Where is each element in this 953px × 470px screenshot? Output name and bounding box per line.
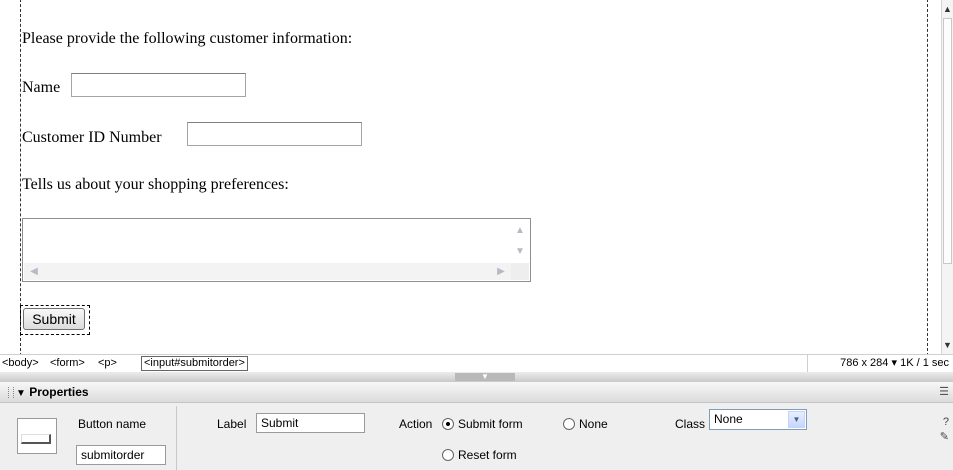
properties-header[interactable]: ▼ Properties ☰ bbox=[0, 382, 953, 403]
design-view[interactable]: Please provide the following customer in… bbox=[0, 0, 941, 354]
button-name-label: Button name bbox=[78, 417, 147, 431]
button-shape-icon bbox=[21, 434, 51, 444]
button-name-field[interactable]: submitorder bbox=[76, 445, 166, 465]
drag-grip-icon[interactable] bbox=[8, 387, 14, 398]
properties-title[interactable]: ▼ Properties bbox=[16, 385, 89, 399]
customer-id-label: Customer ID Number bbox=[22, 129, 162, 146]
page-scroll-up-icon[interactable]: ▲ bbox=[942, 2, 953, 16]
help-icon[interactable]: ? bbox=[943, 416, 949, 428]
textarea-horizontal-scrollbar[interactable]: ◀ ▶ bbox=[24, 263, 511, 280]
panel-divider bbox=[176, 406, 177, 470]
button-name-value: submitorder bbox=[81, 448, 145, 462]
page-scroll-down-icon[interactable]: ▼ bbox=[942, 338, 953, 352]
tag-input-selected[interactable]: <input#submitorder> bbox=[141, 356, 248, 371]
options-menu-icon[interactable]: ☰ bbox=[939, 385, 949, 398]
properties-title-text: Properties bbox=[29, 385, 89, 399]
action-submit-label[interactable]: Submit form bbox=[458, 417, 523, 431]
status-right: 786 x 284 ▾ 1K / 1 sec bbox=[840, 356, 949, 371]
edit-icon[interactable]: ✎ bbox=[940, 430, 949, 443]
customer-id-input[interactable] bbox=[187, 122, 362, 146]
splitter-grip-icon[interactable]: ▼ bbox=[455, 373, 515, 381]
textarea-vertical-scrollbar[interactable]: ▲ ▼ bbox=[511, 220, 529, 264]
action-reset-radio[interactable] bbox=[442, 449, 454, 461]
action-none-radio[interactable] bbox=[563, 418, 575, 430]
download-time: 1K / 1 sec bbox=[900, 357, 949, 369]
scroll-down-icon[interactable]: ▼ bbox=[512, 244, 528, 259]
window-size-dropdown-icon[interactable]: ▾ bbox=[891, 357, 897, 369]
name-label: Name bbox=[22, 79, 61, 96]
name-input[interactable] bbox=[71, 73, 246, 97]
panel-splitter[interactable]: ▼ bbox=[0, 372, 953, 382]
window-size[interactable]: 786 x 284 bbox=[840, 357, 888, 369]
chevron-down-icon[interactable]: ▼ bbox=[788, 411, 805, 428]
tag-p[interactable]: <p> bbox=[98, 356, 117, 371]
status-bar: <body> <form> <p> <input#submitorder> 78… bbox=[0, 354, 953, 372]
scroll-right-icon[interactable]: ▶ bbox=[493, 264, 509, 279]
intro-text: Please provide the following customer in… bbox=[22, 30, 353, 47]
action-label: Action bbox=[399, 417, 433, 431]
collapse-arrow-icon[interactable]: ▼ bbox=[16, 388, 26, 399]
scroll-up-icon[interactable]: ▲ bbox=[512, 223, 528, 238]
preferences-textarea[interactable]: ▲ ▼ ◀ ▶ bbox=[22, 218, 531, 282]
preferences-text: Tells us about your shopping preferences… bbox=[22, 176, 289, 193]
class-select[interactable]: None ▼ bbox=[709, 409, 807, 430]
page-scroll-thumb[interactable] bbox=[943, 18, 952, 264]
page-scrollbar[interactable]: ▲ ▼ bbox=[941, 0, 953, 354]
button-type-icon bbox=[17, 418, 57, 454]
class-label: Class bbox=[675, 417, 706, 431]
tag-body[interactable]: <body> bbox=[2, 356, 39, 371]
action-none-label[interactable]: None bbox=[579, 417, 608, 431]
action-submit-radio[interactable] bbox=[442, 418, 454, 430]
tag-form[interactable]: <form> bbox=[50, 356, 85, 371]
label-field[interactable]: Submit bbox=[256, 413, 365, 433]
radio-selected-dot bbox=[446, 422, 450, 426]
submit-button[interactable]: Submit bbox=[23, 308, 85, 330]
action-reset-label[interactable]: Reset form bbox=[458, 448, 517, 462]
scrollbar-corner bbox=[511, 263, 529, 280]
scroll-left-icon[interactable]: ◀ bbox=[26, 264, 42, 279]
status-separator bbox=[807, 355, 808, 372]
label-value: Submit bbox=[261, 416, 299, 430]
class-select-value: None bbox=[714, 412, 743, 426]
submit-selection-outline: Submit bbox=[20, 305, 90, 335]
label-label: Label bbox=[217, 417, 247, 431]
